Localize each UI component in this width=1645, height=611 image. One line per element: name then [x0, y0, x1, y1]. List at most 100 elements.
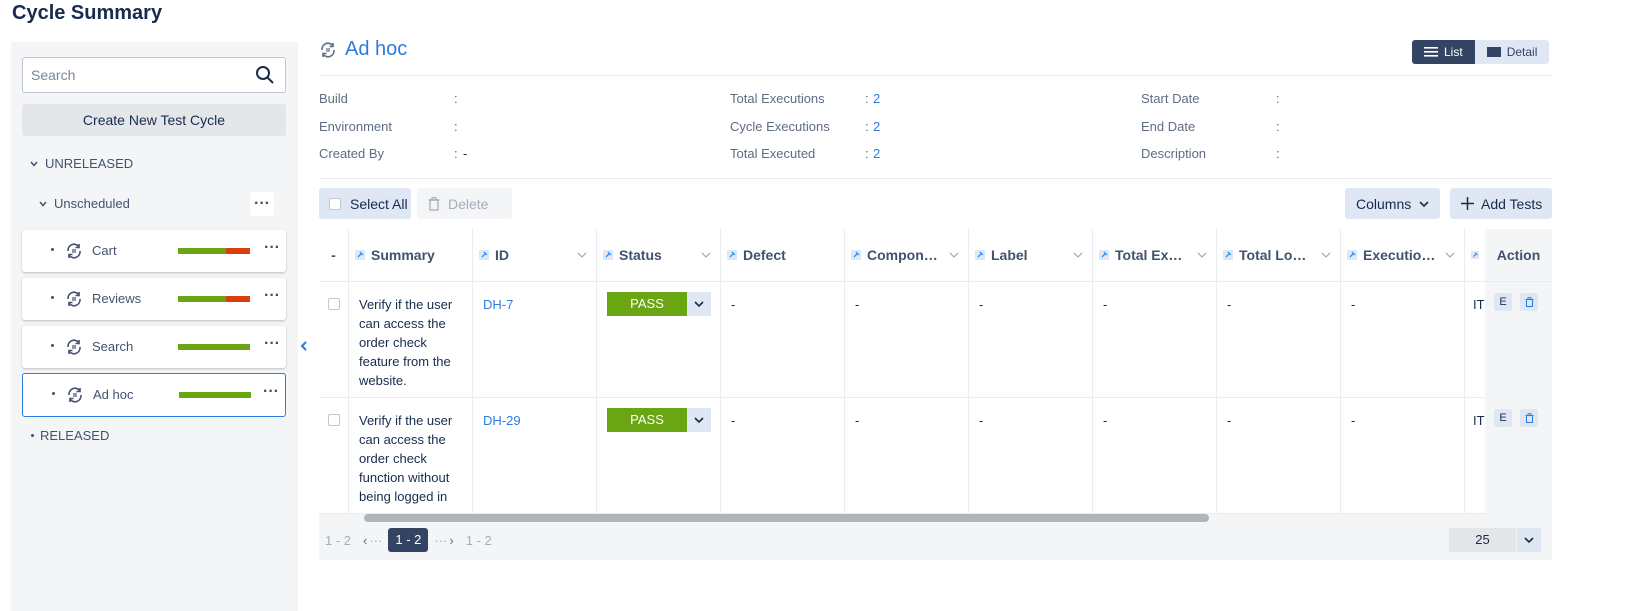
chevron-down-icon[interactable] — [1197, 251, 1207, 259]
delete-execution-button[interactable] — [1520, 293, 1538, 311]
column-header-summary[interactable]: Summary — [349, 229, 473, 282]
status-pass-badge[interactable]: PASS — [607, 292, 687, 316]
status-dropdown[interactable]: PASS — [607, 292, 711, 316]
column-header-total-logged[interactable]: Total Lo… — [1217, 229, 1341, 282]
status-dropdown[interactable]: PASS — [607, 408, 711, 432]
cycle-more-button[interactable]: ··· — [263, 383, 279, 401]
chevron-down-icon[interactable] — [1321, 251, 1331, 259]
delete-button[interactable]: Delete — [417, 188, 512, 219]
delete-execution-button[interactable] — [1520, 409, 1538, 427]
colon: : — [1276, 91, 1280, 106]
column-header-execution[interactable]: Executio… — [1341, 229, 1465, 282]
prev-page-icon[interactable]: ‹ — [363, 533, 367, 548]
search-box[interactable] — [22, 57, 286, 93]
cycle-item-ad-hoc[interactable]: Ad hoc ··· — [22, 373, 286, 417]
status-dropdown-toggle[interactable] — [687, 408, 711, 432]
status-cell: PASS — [597, 282, 721, 398]
status-dropdown-toggle[interactable] — [687, 292, 711, 316]
cycle-item-cart[interactable]: Cart ··· — [22, 230, 286, 272]
column-header-total-executions[interactable]: Total Ex… — [1093, 229, 1217, 282]
edit-execution-button[interactable]: E — [1494, 409, 1512, 427]
bullet-icon — [51, 344, 54, 347]
unscheduled-more-button[interactable]: ··· — [250, 192, 274, 216]
pin-icon[interactable] — [1223, 250, 1233, 260]
header-label: Label — [991, 247, 1028, 263]
action-column: Action E E — [1485, 229, 1552, 514]
chevron-down-icon[interactable] — [1073, 251, 1083, 259]
current-page-button[interactable]: 1 - 2 — [388, 528, 429, 552]
collapse-sidebar-icon[interactable] — [298, 338, 310, 354]
pin-icon[interactable] — [851, 250, 861, 260]
chevron-down-icon[interactable] — [577, 251, 587, 259]
total-executed-value[interactable]: 2 — [873, 146, 880, 161]
bullet-icon — [51, 248, 54, 251]
cycle-item-search[interactable]: Search ··· — [22, 326, 286, 368]
header-label: ID — [495, 247, 509, 263]
unreleased-group[interactable]: UNRELEASED — [29, 156, 133, 171]
header-label: Total Ex… — [1115, 247, 1183, 263]
column-header-defect[interactable]: Defect — [721, 229, 845, 282]
summary-line: Verify if the user — [359, 297, 453, 312]
cycle-executions-value[interactable]: 2 — [873, 119, 880, 134]
released-group[interactable]: RELEASED — [31, 428, 109, 443]
pin-icon[interactable] — [1099, 250, 1109, 260]
cycle-icon — [321, 41, 335, 58]
columns-button[interactable]: Columns — [1345, 188, 1440, 219]
search-input[interactable] — [23, 58, 233, 92]
pin-icon[interactable] — [1471, 250, 1479, 260]
end-date-label: End Date — [1141, 119, 1196, 134]
column-header-component[interactable]: Compon… — [845, 229, 969, 282]
row-checkbox[interactable] — [328, 414, 340, 426]
pin-icon[interactable] — [603, 250, 613, 260]
cycle-more-button[interactable]: ··· — [264, 239, 280, 257]
issue-id-link[interactable]: DH-7 — [483, 295, 513, 314]
summary-line: Verify if the user — [359, 413, 453, 428]
pin-icon[interactable] — [975, 250, 985, 260]
cycle-executions-label: Cycle Executions — [730, 119, 830, 134]
column-header-status[interactable]: Status — [597, 229, 721, 282]
add-tests-button[interactable]: Add Tests — [1450, 188, 1552, 219]
total-executions-value[interactable]: 2 — [873, 91, 880, 106]
cycle-more-button[interactable]: ··· — [264, 335, 280, 353]
component-value: - — [855, 297, 860, 312]
pin-icon[interactable] — [727, 250, 737, 260]
pin-icon[interactable] — [355, 250, 365, 260]
summary-text: Verify if the user can access the order … — [359, 411, 452, 506]
chevron-down-icon[interactable] — [701, 251, 711, 259]
status-pass-badge[interactable]: PASS — [607, 408, 687, 432]
execution-cell: - — [1341, 398, 1465, 514]
unscheduled-group[interactable]: Unscheduled — [38, 196, 130, 211]
search-icon[interactable] — [255, 65, 275, 85]
fail-segment — [225, 248, 250, 254]
detail-view-button[interactable]: Detail — [1474, 40, 1550, 64]
column-header-extra[interactable] — [1465, 229, 1485, 282]
horizontal-scrollbar[interactable] — [364, 514, 1209, 522]
total-executions-value: - — [1103, 297, 1108, 312]
page-title: Cycle Summary — [12, 2, 163, 24]
chevron-down-icon[interactable] — [949, 251, 959, 259]
select-all-checkbox[interactable] — [329, 197, 341, 210]
pin-icon[interactable] — [479, 250, 489, 260]
summary-cell: Verify if the user can access the order … — [349, 398, 473, 514]
list-view-button[interactable]: List — [1412, 40, 1475, 64]
summary-line: function without — [359, 470, 450, 485]
column-header-label[interactable]: Label — [969, 229, 1093, 282]
cycle-name: Cart — [92, 243, 117, 258]
edit-execution-button[interactable]: E — [1494, 293, 1512, 311]
column-header-id[interactable]: ID — [473, 229, 597, 282]
next-page-icon[interactable]: › — [449, 533, 453, 548]
row-checkbox[interactable] — [328, 298, 340, 310]
page-size-dropdown-toggle[interactable] — [1517, 528, 1541, 552]
chevron-down-icon — [30, 161, 38, 167]
cycle-item-reviews[interactable]: Reviews ··· — [22, 278, 286, 320]
component-cell: - — [845, 398, 969, 514]
extra-cell: IT — [1465, 282, 1485, 398]
issue-id-link[interactable]: DH-29 — [483, 411, 521, 430]
select-all-button[interactable]: Select All — [319, 188, 411, 219]
page-size-select[interactable]: 25 — [1449, 528, 1516, 552]
pin-icon[interactable] — [1347, 250, 1357, 260]
cycle-more-button[interactable]: ··· — [264, 287, 280, 305]
create-test-cycle-button[interactable]: Create New Test Cycle — [22, 104, 286, 136]
chevron-down-icon[interactable] — [1445, 251, 1455, 259]
cycle-name: Reviews — [92, 291, 142, 306]
